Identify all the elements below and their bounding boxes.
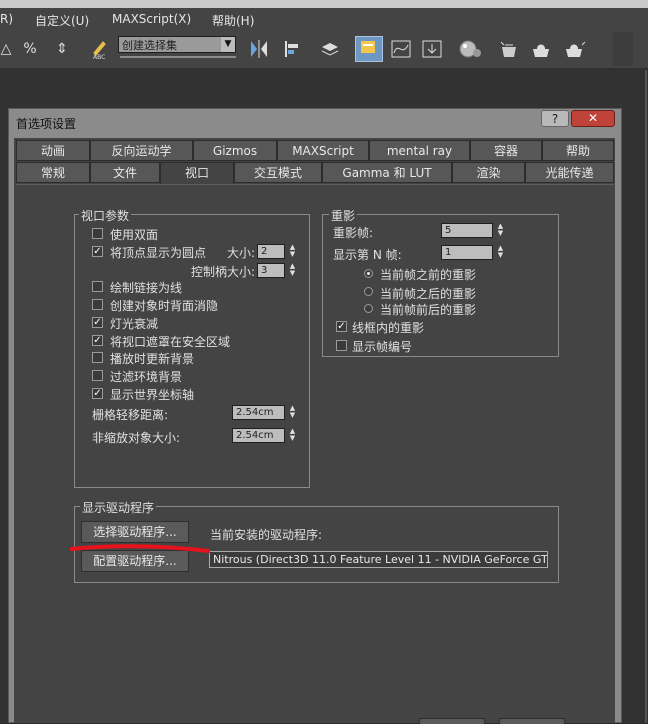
dot-size-input[interactable]: 2 [257,244,285,259]
tab-mental-ray[interactable]: mental ray [369,140,470,161]
checkbox-attenuate-lights[interactable]: ✓ [92,317,103,328]
close-button[interactable]: ✕ [571,110,615,127]
grid-nudge-label: 栅格轻移距离: [92,408,169,422]
tab-animation[interactable]: 动画 [16,140,90,161]
radio-ghost-before[interactable] [364,269,373,278]
angle-snap-icon[interactable]: △ [0,37,18,61]
use-dual-planes-label: 使用双面 [110,228,159,242]
menu-item-maxscript[interactable]: MAXScript(X) [112,12,191,26]
update-background-label: 播放时更新背景 [110,352,195,366]
radio-ghost-before-after[interactable] [364,304,373,313]
handle-size-spinner[interactable]: ▲ ▼ [288,263,297,278]
checkbox-backface-cull[interactable] [92,299,103,310]
handle-size-input[interactable]: 3 [257,263,285,278]
ghosting-frames-spinner[interactable]: ▲ ▼ [496,223,505,238]
tab-containers[interactable]: 容器 [470,140,542,161]
material-editor-icon[interactable] [457,37,481,61]
nth-frame-input[interactable]: 1 [441,245,493,260]
menubar [0,8,648,30]
checkbox-show-vertices-as-dots[interactable]: ✓ [92,246,103,257]
draw-links-as-lines-label: 绘制链接为线 [110,281,183,295]
checkbox-ghost-in-wireframe[interactable]: ✓ [336,321,347,332]
tab-help[interactable]: 帮助 [542,140,614,161]
show-vertices-as-dots-label: 将顶点显示为圆点 [110,246,207,260]
handle-size-label: 控制柄大小: [191,265,256,279]
radio-ghost-after[interactable] [364,287,373,296]
red-annotation-stroke [70,544,210,553]
tab-rendering[interactable]: 渲染 [452,162,525,183]
menu-item-rendering[interactable]: R) [0,12,13,26]
render-setup-icon[interactable] [497,37,521,61]
cancel-button-partial[interactable] [499,718,565,724]
tab-general[interactable]: 常规 [16,162,90,183]
ok-button-partial[interactable] [419,718,485,724]
tab-viewports[interactable]: 视口 [160,162,234,185]
named-selection-set-dropdown[interactable]: 创建选择集 ▼ [118,36,236,53]
nonscale-size-input[interactable]: 2.54cm [232,428,285,443]
mirror-icon[interactable] [247,37,271,61]
dialog-title: 首选项设置 [16,117,77,131]
ghost-before-after-label: 当前帧前后的重影 [380,303,477,317]
tab-inverse-kinematics[interactable]: 反向运动学 [90,140,193,161]
attenuate-lights-label: 灯光衰减 [110,317,159,331]
close-icon: ✕ [587,111,599,125]
tab-interaction-mode[interactable]: 交互模式 [234,162,322,183]
current-driver-field: Nitrous (Direct3D 11.0 Feature Level 11 … [209,551,548,568]
tab-gamma-lut[interactable]: Gamma 和 LUT [322,162,452,183]
show-frame-numbers-label: 显示帧编号 [352,340,413,354]
display-world-axis-label: 显示世界坐标轴 [110,388,195,402]
nth-frame-label: 显示第 N 帧: [333,248,402,262]
tab-gizmos[interactable]: Gizmos [193,140,277,161]
percent-snap-icon[interactable]: % [18,37,42,61]
grid-nudge-input[interactable]: 2.54cm [232,405,285,420]
dot-size-spinner[interactable]: ▲ ▼ [288,244,297,259]
render-production-icon[interactable] [561,37,586,61]
menu-item-help[interactable]: 帮助(H) [212,12,254,29]
nonscale-size-label: 非缩放对象大小: [92,431,181,445]
curve-editor-icon[interactable] [389,37,413,61]
display-driver-title: 显示驱动程序 [80,499,157,516]
abc-label: ABC [93,54,106,61]
ghosting-frames-label: 重影帧: [333,226,374,240]
checkbox-draw-links-as-lines[interactable] [92,281,103,292]
toolbar-end-separator [613,32,633,66]
mask-safe-region-label: 将视口遮罩在安全区域 [110,335,231,349]
app-title-strip [0,0,648,8]
dot-size-label: 大小: [227,246,256,260]
schematic-view-icon[interactable] [420,37,444,61]
ghost-in-wireframe-label: 线框内的重影 [352,321,425,335]
rendered-frame-icon[interactable] [528,37,552,61]
tab-radiosity[interactable]: 光能传递 [525,162,614,183]
grid-nudge-spinner[interactable]: ▲ ▼ [288,405,297,420]
checkbox-display-world-axis[interactable]: ✓ [92,388,103,399]
selection-set-value: 创建选择集 [122,39,177,52]
spinner-snap-icon[interactable]: ⇕ [50,37,74,61]
nonscale-size-spinner[interactable]: ▲ ▼ [288,428,297,443]
chevron-down-icon[interactable]: ▼ [221,37,235,52]
tab-maxscript[interactable]: MAXScript [277,140,369,161]
current-driver-label: 当前安装的驱动程序: [210,528,323,542]
checkbox-use-dual-planes[interactable] [92,228,103,239]
viewport-border [645,70,647,723]
ghosting-frames-input[interactable]: 5 [441,223,493,238]
backface-cull-label: 创建对象时背面消隐 [110,299,219,313]
ghosting-title: 重影 [329,207,358,224]
filter-environment-label: 过滤环境背景 [110,370,183,384]
help-button[interactable]: ? [541,110,569,127]
menu-item-customize[interactable]: 自定义(U) [35,12,89,29]
ghost-after-label: 当前帧之后的重影 [380,287,477,301]
scene-explorer-icon[interactable] [355,36,383,62]
nth-frame-spinner[interactable]: ▲ ▼ [496,245,505,260]
tab-files[interactable]: 文件 [90,162,160,183]
layer-manager-icon[interactable] [318,37,342,61]
checkbox-mask-safe-region[interactable]: ✓ [92,335,103,346]
selection-set-underline [120,56,236,58]
checkbox-filter-environment[interactable] [92,370,103,381]
ghost-before-label: 当前帧之前的重影 [380,268,477,282]
viewport-params-title: 视口参数 [79,207,132,224]
checkbox-update-background[interactable] [92,352,103,363]
align-icon[interactable] [281,37,305,61]
checkbox-show-frame-numbers[interactable] [336,340,347,351]
